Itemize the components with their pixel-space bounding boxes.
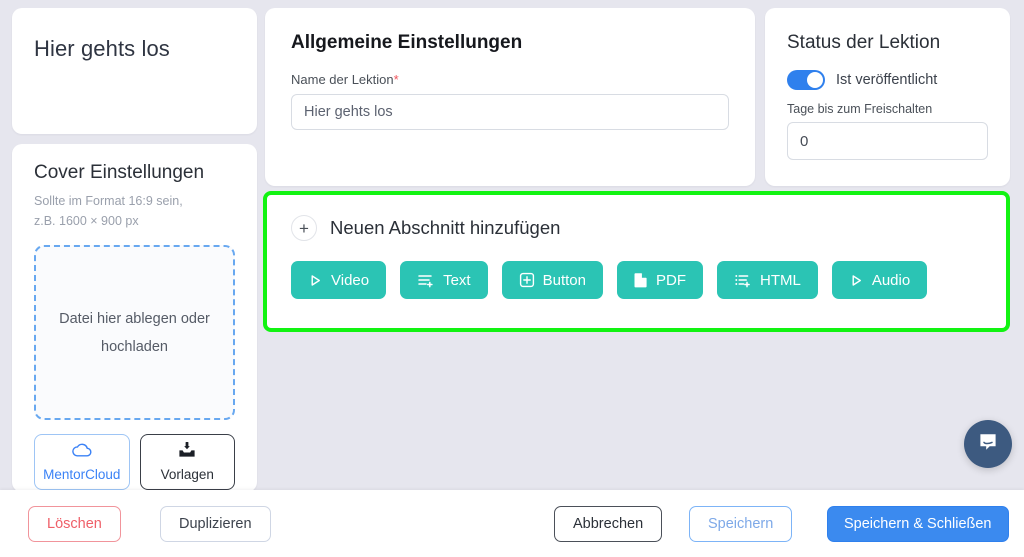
mentorcloud-button-label: MentorCloud	[43, 467, 121, 482]
lesson-name-input[interactable]	[291, 94, 729, 130]
add-pdf-label: PDF	[655, 271, 686, 289]
play-icon	[849, 273, 864, 288]
add-button-label: Button	[542, 271, 586, 289]
cancel-button[interactable]: Abbrechen	[554, 506, 663, 542]
content-area: Hier gehts los Cover Einstellungen Sollt…	[0, 0, 1024, 490]
lesson-name-label: Name der Lektion*	[291, 72, 729, 87]
left-column: Hier gehts los Cover Einstellungen Sollt…	[12, 8, 257, 490]
lesson-name-label-text: Name der Lektion	[291, 72, 394, 87]
add-audio-label: Audio	[871, 271, 911, 289]
general-settings-card: Allgemeine Einstellungen Name der Lektio…	[265, 8, 755, 186]
add-html-button[interactable]: HTML	[716, 261, 818, 299]
required-marker: *	[393, 72, 399, 87]
publish-toggle[interactable]	[787, 70, 825, 90]
cover-hint-line-1: Sollte im Format 16:9 sein,	[34, 194, 183, 208]
publish-row[interactable]: Ist veröffentlicht	[787, 70, 988, 90]
add-pdf-button[interactable]: PDF	[616, 261, 703, 299]
file-dropzone-label: Datei hier ablegen oder hochladen	[59, 310, 210, 355]
plus-icon: +	[291, 215, 317, 241]
cover-action-buttons: MentorCloud Vorlagen	[34, 434, 235, 490]
add-text-button[interactable]: Text	[400, 261, 488, 299]
add-section-panel: + Neuen Abschnitt hinzufügen Video Text …	[267, 195, 1006, 328]
unlock-days-input[interactable]	[787, 122, 988, 160]
vorlagen-button-label: Vorlagen	[160, 467, 214, 482]
text-lines-plus-icon	[417, 273, 435, 288]
publish-toggle-label: Ist veröffentlicht	[836, 72, 938, 88]
chat-launcher-button[interactable]	[964, 420, 1012, 468]
template-upload-icon	[177, 442, 197, 463]
file-icon	[634, 272, 648, 288]
file-dropzone[interactable]: Datei hier ablegen oder hochladen	[34, 245, 235, 420]
add-button-button[interactable]: Button	[501, 261, 603, 299]
add-section-panel-highlight: + Neuen Abschnitt hinzufügen Video Text …	[263, 191, 1010, 332]
bullet-list-plus-icon	[734, 273, 752, 288]
footer-bar: Löschen Duplizieren Abbrechen Speichern …	[0, 490, 1024, 557]
cover-settings-card: Cover Einstellungen Sollte im Format 16:…	[12, 144, 257, 490]
chat-bubble-icon	[976, 430, 1000, 459]
delete-button[interactable]: Löschen	[28, 506, 121, 542]
save-and-close-button[interactable]: Speichern & Schließen	[827, 506, 1009, 542]
general-settings-heading: Allgemeine Einstellungen	[291, 32, 523, 53]
cloud-icon	[71, 442, 93, 463]
lesson-title-card: Hier gehts los	[12, 8, 257, 134]
save-button[interactable]: Speichern	[689, 506, 793, 542]
add-video-button[interactable]: Video	[291, 261, 387, 299]
section-type-buttons: Video Text Button PDF HTML Audio	[291, 261, 982, 299]
add-new-section-label: Neuen Abschnitt hinzufügen	[330, 217, 561, 238]
cover-settings-heading: Cover Einstellungen	[34, 162, 205, 183]
unlock-days-label: Tage bis zum Freischalten	[787, 102, 933, 116]
lesson-status-card: Status der Lektion Ist veröffentlicht Ta…	[765, 8, 1010, 186]
mentorcloud-button[interactable]: MentorCloud	[34, 434, 130, 490]
play-icon	[308, 273, 323, 288]
add-audio-button[interactable]: Audio	[831, 261, 928, 299]
add-video-label: Video	[331, 271, 370, 289]
cover-hint-line-2: z.B. 1600 × 900 px	[34, 214, 139, 228]
plus-square-icon	[519, 272, 535, 288]
lesson-status-heading: Status der Lektion	[787, 32, 941, 53]
add-text-label: Text	[443, 271, 471, 289]
add-html-label: HTML	[759, 271, 801, 289]
add-new-section-button[interactable]: + Neuen Abschnitt hinzufügen	[291, 215, 982, 241]
duplicate-button[interactable]: Duplizieren	[160, 506, 271, 542]
page-title: Hier gehts los	[34, 36, 170, 61]
vorlagen-button[interactable]: Vorlagen	[139, 434, 235, 490]
